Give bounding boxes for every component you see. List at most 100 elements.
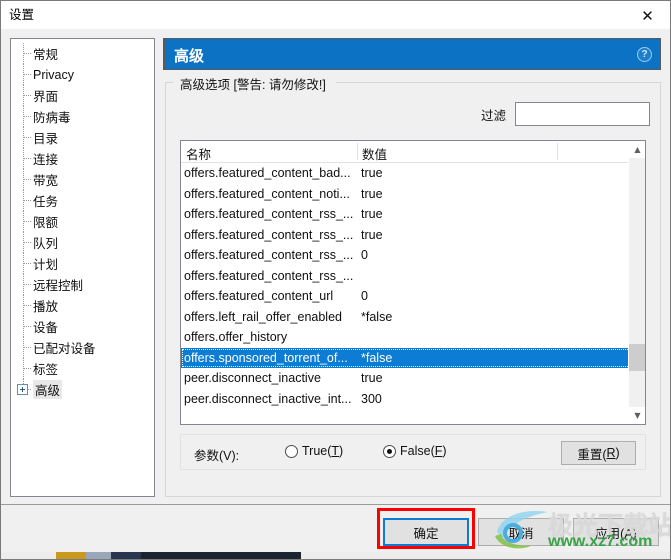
expand-plus-icon[interactable] [17, 384, 28, 395]
table-row[interactable]: offers.featured_content_noti... true [181, 184, 645, 205]
table-row[interactable]: offers.featured_content_rss_... [181, 266, 645, 287]
table-row[interactable]: peer.disconnect_inactive true [181, 368, 645, 389]
group-legend: 高级选项 [警告: 请勿修改!] [176, 74, 330, 93]
advanced-options-group: 高级选项 [警告: 请勿修改!] 过滤 名称 数值 offers.feature… [165, 74, 661, 497]
sidebar-item-2[interactable]: 界面 [11, 85, 154, 106]
sidebar-item-12[interactable]: 播放 [11, 295, 154, 316]
radio-false-label: False(F) [400, 444, 447, 458]
table-row[interactable]: offers.left_rail_offer_enabled *false [181, 307, 645, 328]
sidebar-item-11[interactable]: 远程控制 [11, 274, 154, 295]
table-row[interactable]: offers.featured_content_rss_... true [181, 225, 645, 246]
sidebar-item-6[interactable]: 带宽 [11, 169, 154, 190]
parameter-label: 参数(V): [194, 449, 240, 463]
close-icon[interactable]: ✕ [625, 1, 670, 30]
row-value-cell: true [361, 186, 383, 201]
sidebar-item-label: 连接 [33, 153, 59, 167]
ok-button[interactable]: 确定 [383, 518, 469, 546]
column-divider-1[interactable] [357, 143, 358, 160]
scrollbar-thumb[interactable] [629, 344, 645, 371]
parameter-panel: 参数(V): True(T) False(F) 重置(R) [180, 434, 646, 470]
tree-horizontal-line [23, 179, 31, 180]
sidebar-item-14[interactable]: 已配对设备 [11, 337, 154, 358]
sidebar-item-1[interactable]: Privacy [11, 64, 154, 85]
tree-horizontal-line [23, 200, 31, 201]
table-row[interactable]: offers.featured_content_url 0 [181, 286, 645, 307]
table-row[interactable]: offers.featured_content_bad... true [181, 163, 645, 184]
filter-row: 过滤 [481, 102, 650, 126]
settings-tree[interactable]: 常规 Privacy 界面 防病毒目录连接带宽任务限额 队列计划远程控制播放设备已配对设… [10, 38, 155, 497]
radio-true[interactable]: True(T) [285, 444, 343, 458]
dialog-footer: 确定 取消 应用(A) [1, 504, 670, 559]
row-value-cell: *false [361, 309, 393, 324]
cancel-button[interactable]: 取消 [478, 518, 564, 546]
reset-button[interactable]: 重置(R) [561, 441, 636, 465]
row-value-cell: true [361, 371, 383, 386]
scroll-up-icon[interactable]: ▲ [629, 141, 645, 158]
tree-horizontal-line [23, 221, 31, 222]
settings-dialog: 设置 ✕ 常规 Privacy 界面 防病毒 目录 连接 带宽 任务 限额 队列 计划 远程控制 播放设… [0, 0, 671, 560]
table-row[interactable]: offers.featured_content_rss_... 0 [181, 245, 645, 266]
row-name-cell: offers.featured_content_noti... [184, 186, 350, 201]
sidebar-item-3[interactable]: 防病毒 [11, 106, 154, 127]
list-scrollbar[interactable]: ▲ ▼ [628, 141, 645, 424]
row-name-cell: offers.featured_content_rss_... [184, 268, 354, 283]
row-name-cell: offers.featured_content_url [184, 289, 334, 304]
table-row[interactable]: offers.sponsored_torrent_of... *false [181, 347, 645, 368]
filter-input[interactable] [515, 102, 650, 126]
tree-horizontal-line [23, 116, 31, 117]
row-value-cell: 0 [361, 248, 368, 263]
page-header: 高级 ? [163, 38, 661, 70]
sidebar-item-10[interactable]: 计划 [11, 253, 154, 274]
sidebar-item-16[interactable]: 高级 [11, 379, 154, 400]
sidebar-item-4[interactable]: 目录 [11, 127, 154, 148]
taskbar-segment-icon-2 [86, 552, 111, 559]
sidebar-item-7[interactable]: 任务 [11, 190, 154, 211]
table-row[interactable]: peer.disconnect_inactive_int... 300 [181, 389, 645, 410]
sidebar-item-label: Privacy [33, 67, 74, 82]
row-value-cell: true [361, 166, 383, 181]
sidebar-item-0[interactable]: 常规 [11, 43, 154, 64]
apply-button[interactable]: 应用(A) [573, 518, 659, 546]
taskbar-segment-right [301, 552, 670, 559]
sidebar-item-8[interactable]: 限额 [11, 211, 154, 232]
advanced-options-list[interactable]: 名称 数值 offers.featured_content_bad... true… [180, 140, 646, 425]
group-border-right [336, 82, 661, 83]
sidebar-item-label: 任务 [33, 195, 59, 209]
filter-label: 过滤 [480, 108, 506, 123]
radio-true-label: True(T) [302, 444, 344, 458]
tree-horizontal-line [23, 305, 31, 306]
table-row[interactable]: offers.offer_history [181, 327, 645, 348]
column-header-name[interactable]: 名称 [186, 144, 211, 163]
taskbar-segment-left [1, 552, 56, 559]
row-value-cell: *false [361, 350, 393, 365]
radio-true-dot [285, 444, 298, 458]
help-icon[interactable]: ? [637, 47, 652, 62]
page-title: 高级 [174, 48, 205, 65]
sidebar-item-13[interactable]: 设备 [11, 316, 154, 337]
sidebar-item-5[interactable]: 连接 [11, 148, 154, 169]
tree-horizontal-line [23, 74, 31, 75]
tree-horizontal-line [23, 158, 31, 159]
column-divider-2[interactable] [557, 143, 558, 160]
row-name-cell: offers.featured_content_rss_... [184, 248, 354, 263]
taskbar-segment-icon-3 [111, 552, 141, 559]
sidebar-item-label: 高级 [33, 380, 63, 399]
column-header-value[interactable]: 数值 [362, 144, 387, 163]
sidebar-item-label: 目录 [33, 132, 59, 146]
tree-horizontal-line [23, 326, 31, 327]
sidebar-item-9[interactable]: 队列 [11, 232, 154, 253]
sidebar-item-label: 计划 [33, 258, 59, 272]
tree-horizontal-line [23, 263, 31, 264]
sidebar-item-15[interactable]: 标签 [11, 358, 154, 379]
sidebar-item-label: 已配对设备 [33, 342, 96, 356]
scroll-down-icon[interactable]: ▼ [629, 407, 645, 424]
tree-horizontal-line [23, 284, 31, 285]
sidebar-item-label: 播放 [33, 300, 59, 314]
list-header: 名称 数值 [181, 141, 645, 163]
radio-false[interactable]: False(F) [383, 444, 447, 458]
table-row[interactable]: offers.featured_content_rss_... true [181, 204, 645, 225]
sidebar-item-label: 带宽 [33, 174, 59, 188]
tree-horizontal-line [23, 368, 31, 369]
sidebar-item-label: 设备 [33, 321, 59, 335]
group-border-left [165, 82, 173, 83]
